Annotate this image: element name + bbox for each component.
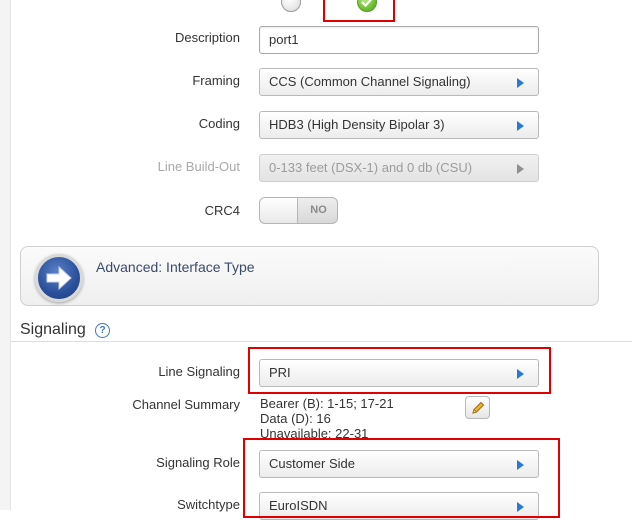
channel-summary-label: Channel Summary: [132, 397, 240, 412]
framing-arrow-icon: [517, 78, 524, 88]
arrow-right-circle-icon: [35, 254, 83, 302]
coding-label: Coding: [198, 116, 240, 131]
line-build-out-arrow-icon: [517, 164, 524, 174]
line-build-out-value: 0-133 feet (DSX-1) and 0 db (CSU): [269, 160, 473, 175]
description-input[interactable]: port1: [259, 26, 539, 54]
channel-summary: Bearer (B): 1-15; 17-21 Data (D): 16 Una…: [260, 396, 394, 441]
coding-select[interactable]: HDB3 (High Density Bipolar 3): [259, 111, 539, 139]
line-signaling-label: Line Signaling: [158, 364, 240, 379]
highlight-box-signaling-role: [243, 438, 560, 518]
advanced-interface-type-panel[interactable]: Advanced: Interface Type: [20, 246, 599, 306]
crc4-toggle-state: NO: [310, 204, 327, 216]
framing-label: Framing: [192, 73, 240, 88]
help-icon[interactable]: ?: [95, 323, 110, 338]
crc4-toggle-knob: [260, 198, 298, 223]
advanced-interface-type-label: Advanced: Interface Type: [96, 259, 255, 275]
signaling-section-title: Signaling: [20, 321, 86, 338]
option-radio-unselected[interactable]: [281, 0, 301, 12]
highlight-box-line-signaling: [248, 347, 551, 394]
crc4-label: CRC4: [204, 203, 240, 218]
section-divider: [11, 341, 632, 342]
highlight-box-radio: [323, 0, 395, 22]
description-label: Description: [174, 30, 240, 45]
framing-select[interactable]: CCS (Common Channel Signaling): [259, 68, 539, 96]
crc4-toggle[interactable]: NO: [259, 197, 338, 224]
coding-arrow-icon: [517, 121, 524, 131]
line-build-out-select: 0-133 feet (DSX-1) and 0 db (CSU): [259, 154, 539, 182]
framing-value: CCS (Common Channel Signaling): [269, 74, 471, 89]
pencil-icon: [472, 401, 485, 414]
signaling-role-label: Signaling Role: [156, 455, 240, 470]
coding-value: HDB3 (High Density Bipolar 3): [269, 117, 445, 132]
channel-summary-bearer: Bearer (B): 1-15; 17-21: [260, 396, 394, 411]
line-build-out-label: Line Build-Out: [157, 159, 240, 174]
channel-summary-data: Data (D): 16: [260, 411, 331, 426]
edit-channel-summary-button[interactable]: [465, 396, 490, 419]
